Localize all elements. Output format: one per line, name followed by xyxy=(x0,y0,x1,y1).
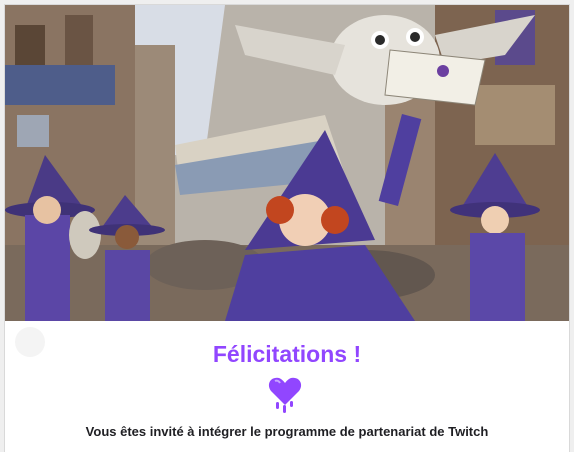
invitation-message: Vous êtes invité à intégrer le programme… xyxy=(85,424,489,439)
hero-illustration xyxy=(5,5,569,321)
glitch-heart-icon xyxy=(267,375,303,415)
headline: Félicitations ! xyxy=(212,341,362,367)
email-card: Félicitations ! Vous êtes invité à intég… xyxy=(4,4,570,452)
